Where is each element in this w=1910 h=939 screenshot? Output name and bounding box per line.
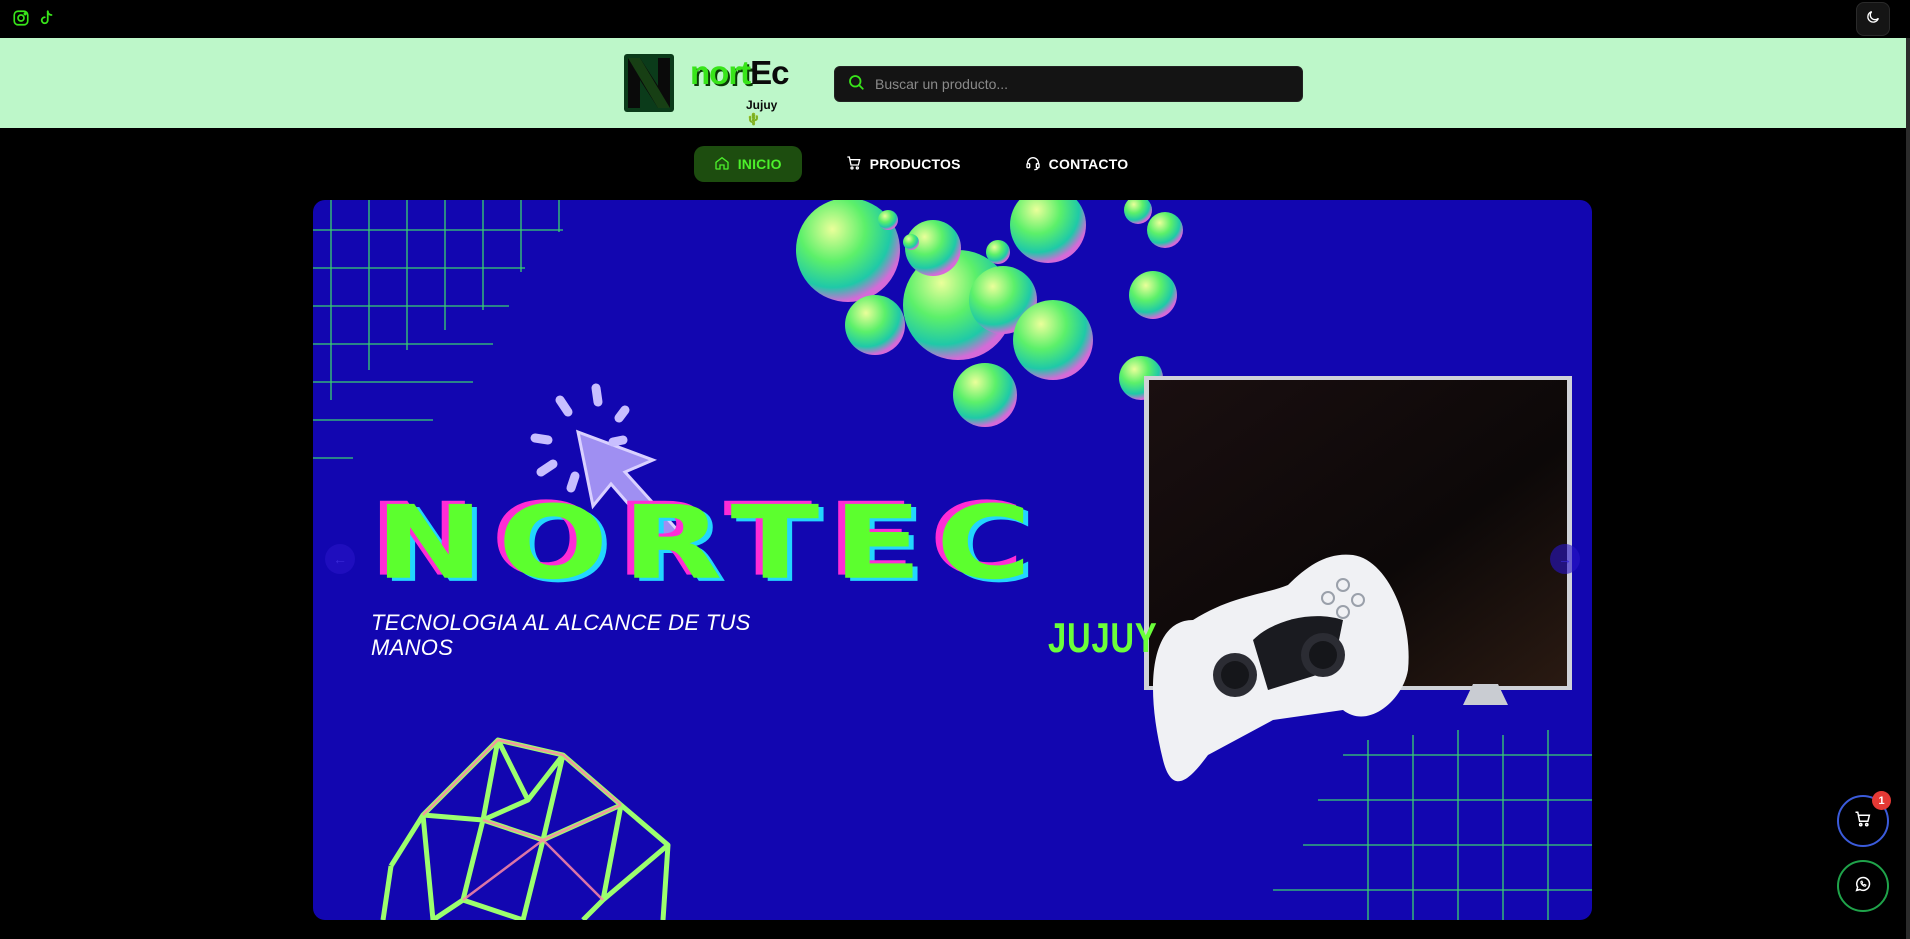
- hero-carousel: NORTEC TECNOLOGIA AL ALCANCE DE TUS MANO…: [313, 200, 1592, 920]
- search-bar: [834, 66, 1303, 102]
- page-scrollbar[interactable]: [1906, 38, 1910, 939]
- nav-item-inicio[interactable]: INICIO: [693, 146, 802, 182]
- site-header: nortEc Jujuy 🌵: [0, 38, 1906, 128]
- bubbles-decoration: [796, 200, 1183, 427]
- arrow-right-icon: →: [1558, 551, 1572, 567]
- nav-label: PRODUCTOS: [869, 156, 961, 172]
- nav-label: INICIO: [737, 156, 782, 172]
- cart-icon: [846, 155, 862, 174]
- search-input[interactable]: [875, 76, 1295, 92]
- grid-bottom-right: [1273, 730, 1592, 920]
- logo-word-black: Ec: [750, 54, 789, 91]
- main-nav: INICIO PRODUCTOS CONTACTO: [0, 128, 1910, 200]
- brand-logo[interactable]: nortEc Jujuy 🌵: [624, 52, 794, 126]
- whatsapp-icon: [1854, 875, 1872, 898]
- home-icon: [714, 155, 730, 174]
- hero-city: JUJUY: [1048, 614, 1158, 661]
- instagram-icon[interactable]: [12, 9, 30, 27]
- carousel-next-button[interactable]: →: [1550, 544, 1580, 574]
- nav-item-productos[interactable]: PRODUCTOS: [826, 146, 981, 182]
- social-links: [12, 9, 56, 27]
- cart-count-badge: 1: [1872, 791, 1891, 810]
- logo-wordmark: nortEc: [690, 54, 790, 91]
- cart-icon: [1854, 810, 1872, 833]
- logo-subtitle: Jujuy 🌵: [746, 98, 778, 126]
- theme-toggle-button[interactable]: [1856, 2, 1890, 36]
- carousel-prev-button[interactable]: ←: [325, 544, 355, 574]
- tiktok-icon[interactable]: [38, 9, 56, 27]
- hero-tagline: TECNOLOGIA AL ALCANCE DE TUS MANOS: [371, 610, 751, 660]
- floating-cart-button[interactable]: 1: [1837, 791, 1891, 847]
- wireframe-decoration: [380, 737, 671, 920]
- moon-icon: [1865, 9, 1881, 30]
- search-icon: [847, 73, 865, 96]
- logo-word-green: nort: [690, 54, 751, 91]
- grid-top-left: [313, 200, 563, 459]
- nav-label: CONTACTO: [1048, 156, 1129, 172]
- logo-n-icon: [624, 54, 674, 112]
- arrow-left-icon: ←: [333, 551, 347, 567]
- headset-icon: [1025, 155, 1041, 174]
- hero-title: NORTEC: [375, 483, 1046, 602]
- nav-item-contacto[interactable]: CONTACTO: [1005, 146, 1149, 182]
- whatsapp-button[interactable]: [1837, 860, 1889, 912]
- top-bar: [0, 0, 1910, 38]
